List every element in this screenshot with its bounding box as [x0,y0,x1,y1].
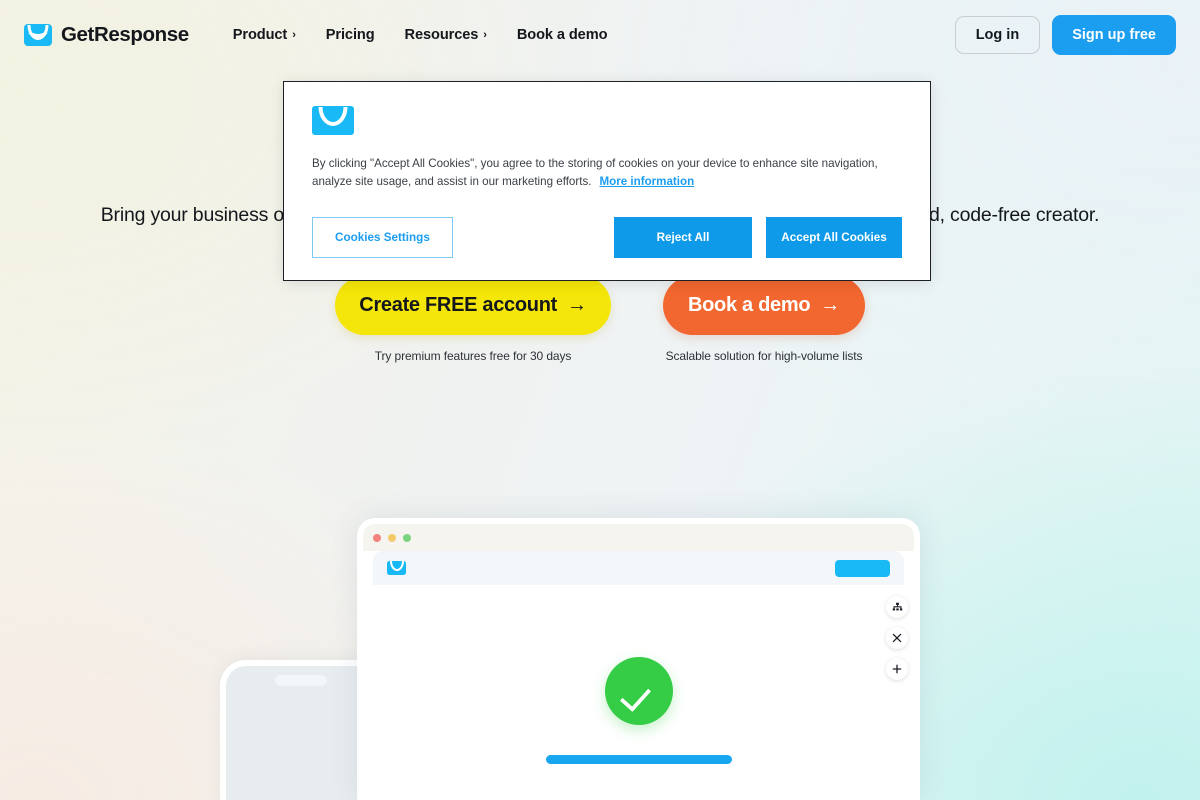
accept-all-cookies-button[interactable]: Accept All Cookies [766,217,902,259]
envelope-icon [312,106,354,135]
main-nav: Product › Pricing Resources › Book a dem… [233,27,608,43]
chevron-right-icon: › [483,29,487,41]
envelope-icon [387,561,406,575]
more-information-link[interactable]: More information [599,175,694,188]
cta-label: Create FREE account [359,293,557,316]
secondary-cta-note: Scalable solution for high-volume lists [665,348,863,363]
close-icon[interactable] [886,627,908,649]
nav-label: Resources [404,27,479,43]
site-header: GetResponse Product › Pricing Resources … [0,0,1200,70]
phone-notch [275,675,327,686]
cookie-dialog-text: By clicking "Accept All Cookies", you ag… [312,157,878,188]
arrow-right-icon: → [820,293,840,316]
success-check-icon [604,657,673,725]
nav-item-pricing[interactable]: Pricing [326,27,375,43]
book-a-demo-button[interactable]: Book a demo → [663,275,865,335]
nav-item-book-a-demo[interactable]: Book a demo [517,27,608,43]
create-free-account-button[interactable]: Create FREE account → [335,275,611,335]
cta-label: Book a demo [688,293,811,316]
browser-viewport [373,551,904,794]
mock-cta-button[interactable] [835,559,890,577]
mock-site-header [373,551,904,585]
canvas-tools [886,596,908,680]
nav-item-resources[interactable]: Resources › [405,27,487,43]
chevron-right-icon: › [292,29,296,41]
product-mockups [0,518,1200,800]
nav-label: Book a demo [516,27,608,43]
cookies-settings-button[interactable]: Cookies Settings [312,217,453,259]
primary-cta-group: Create FREE account → Try premium featur… [335,275,611,363]
brand-name: GetResponse [61,23,189,46]
header-actions: Log in Sign up free [954,15,1176,55]
brand-logo[interactable]: GetResponse [24,23,189,47]
window-minimize-dot [388,533,396,542]
cookie-dialog-body: By clicking "Accept All Cookies", you ag… [312,155,878,190]
cookie-primary-actions: Reject All Accept All Cookies [614,217,902,259]
signup-button[interactable]: Sign up free [1052,15,1176,55]
mock-canvas [373,585,904,794]
primary-cta-note: Try premium features free for 30 days [374,348,572,363]
arrow-right-icon: → [567,293,587,316]
hero-cta-row: Create FREE account → Try premium featur… [0,275,1200,363]
sitemap-icon[interactable] [886,596,908,618]
nav-label: Pricing [325,27,375,43]
plus-icon[interactable] [886,658,908,680]
browser-chrome [363,524,914,551]
window-close-dot [373,533,381,542]
browser-mockup [357,518,920,800]
nav-item-product[interactable]: Product › [233,27,296,43]
cookie-dialog-actions: Cookies Settings Reject All Accept All C… [312,217,902,259]
secondary-cta-group: Book a demo → Scalable solution for high… [663,275,865,363]
window-maximize-dot [403,533,411,542]
login-button[interactable]: Log in [954,16,1041,54]
nav-label: Product [232,27,288,43]
cookie-consent-dialog: By clicking "Accept All Cookies", you ag… [283,81,931,282]
envelope-icon [24,24,52,46]
reject-all-button[interactable]: Reject All [614,217,752,259]
progress-bar [545,755,732,764]
